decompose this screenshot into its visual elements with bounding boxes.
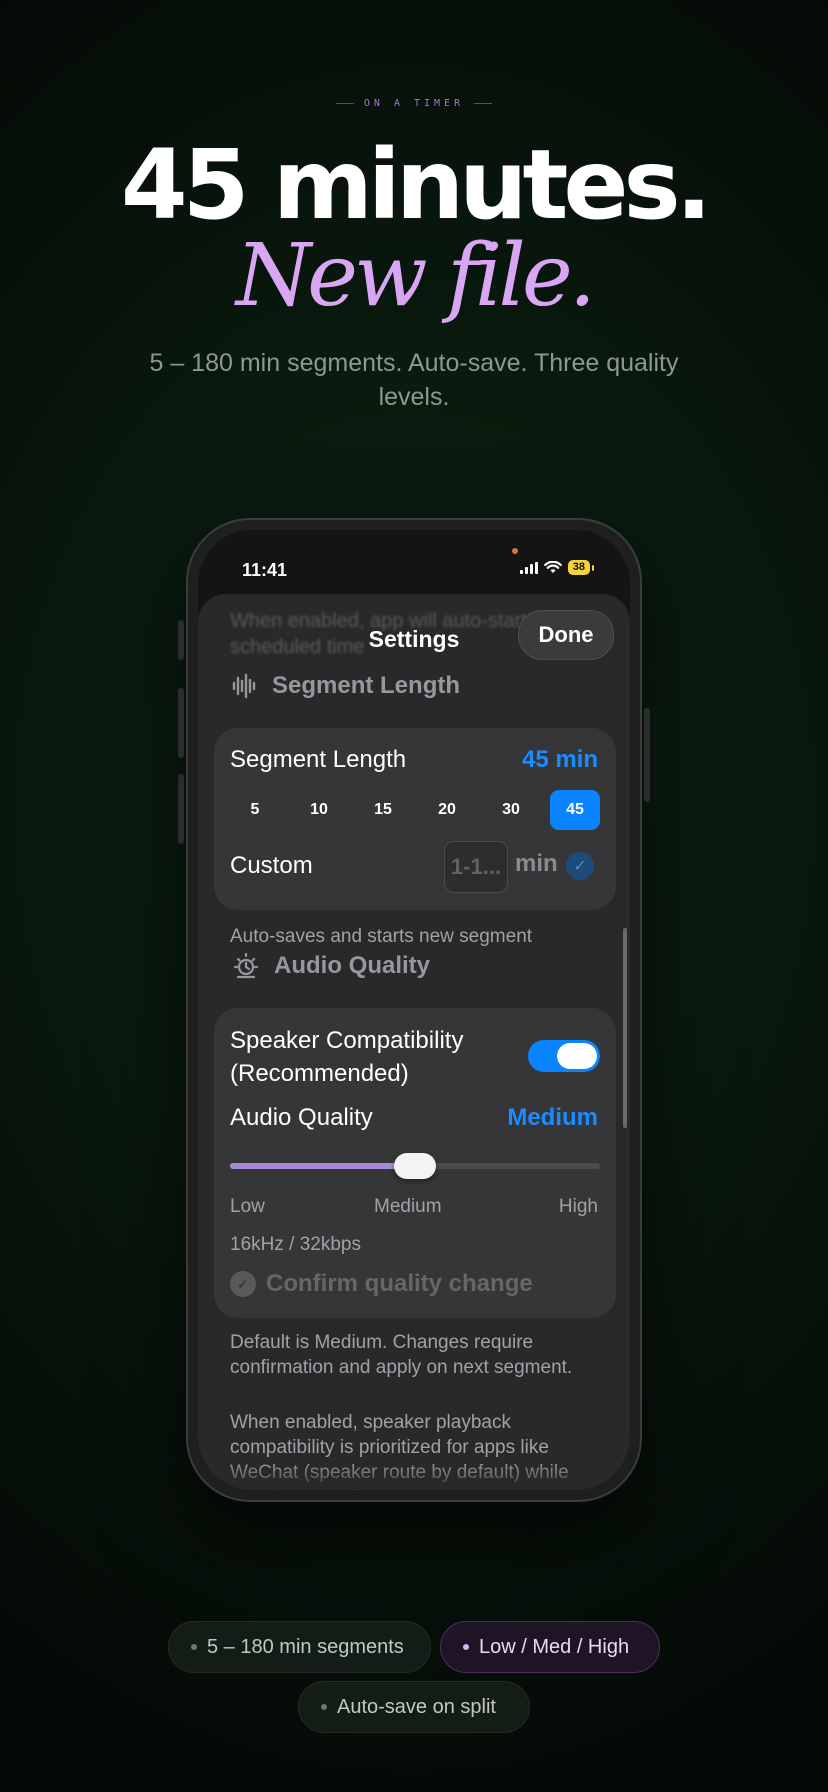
- bottom-fade: [198, 1460, 630, 1490]
- quality-slider-thumb[interactable]: [394, 1153, 436, 1179]
- pill-auto-save[interactable]: Auto-save on split: [298, 1681, 530, 1733]
- cellular-signal-icon: [519, 561, 538, 574]
- status-icons: 38: [519, 560, 594, 575]
- audio-card: Speaker Compatibility (Recommended) Audi…: [214, 1008, 616, 1318]
- pill-label: Low / Med / High: [479, 1635, 630, 1658]
- settings-sheet[interactable]: When enabled, app will auto-start in sch…: [198, 594, 630, 1490]
- custom-unit-label: min: [515, 850, 558, 877]
- quality-slider-fill: [230, 1163, 415, 1169]
- status-time: 11:41: [242, 560, 288, 580]
- custom-confirm-icon[interactable]: ✓: [566, 852, 594, 880]
- audio-section-title: Audio Quality: [274, 952, 430, 979]
- segment-option-20[interactable]: 20: [422, 790, 472, 830]
- audio-quality-value: Medium: [507, 1104, 598, 1131]
- pill-dot: [191, 1644, 197, 1650]
- speaker-compat-toggle[interactable]: [528, 1040, 600, 1072]
- tick-low: Low: [230, 1196, 265, 1217]
- phone-screen: 11:41 38 When enabled, app will auto-sta…: [198, 530, 630, 1490]
- segment-footer: Auto-saves and starts new segment: [230, 926, 533, 947]
- segment-length-value: 45 min: [521, 746, 598, 773]
- wifi-icon: [543, 561, 562, 573]
- segment-option-30[interactable]: 30: [486, 790, 536, 830]
- done-button[interactable]: Done: [518, 610, 614, 660]
- headline: 45 minutes.: [120, 129, 712, 241]
- waveform-icon: [232, 673, 256, 699]
- bitrate-label: 16kHz / 32kbps: [230, 1234, 361, 1255]
- silent-switch: [178, 620, 184, 660]
- toggle-knob: [557, 1043, 597, 1069]
- kicker: ON A TIMER: [0, 98, 828, 109]
- volume-down-button: [178, 774, 184, 844]
- custom-minutes-input[interactable]: 1-1...: [444, 841, 508, 893]
- power-button: [644, 708, 650, 802]
- battery-icon: 38: [567, 560, 590, 575]
- battery-tip: [592, 564, 594, 571]
- confirm-quality-label: Confirm quality change: [266, 1270, 533, 1297]
- pill-quality-levels[interactable]: Low / Med / High: [440, 1621, 660, 1673]
- pill-label: Auto-save on split: [337, 1695, 496, 1718]
- audio-section-header: Audio Quality: [232, 952, 430, 980]
- audio-footer-1: Default is Medium. Changes require confi…: [230, 1332, 573, 1378]
- segment-option-15[interactable]: 15: [358, 790, 408, 830]
- segment-option-5[interactable]: 5: [230, 790, 280, 830]
- scroll-indicator[interactable]: [623, 928, 627, 1128]
- pill-label: 5 – 180 min segments: [207, 1635, 404, 1658]
- tick-medium: Medium: [374, 1196, 442, 1217]
- pill-segments[interactable]: 5 – 180 min segments: [168, 1621, 431, 1673]
- audio-quality-label: Audio Quality: [230, 1104, 373, 1131]
- tick-high: High: [558, 1196, 598, 1217]
- segment-section-header: Segment Length: [232, 672, 460, 700]
- pill-dot: [463, 1644, 469, 1650]
- kicker-line-right: [474, 102, 493, 104]
- segment-option-10[interactable]: 10: [294, 790, 344, 830]
- description: 5 – 180 min segments. Auto-save. Three q…: [149, 349, 679, 411]
- volume-up-button: [178, 688, 184, 758]
- camera-indicator-icon: [512, 548, 518, 554]
- segment-length-label: Segment Length: [230, 746, 407, 773]
- segment-section-title: Segment Length: [272, 672, 461, 699]
- subhead: New file.: [235, 226, 596, 326]
- segment-options: 5 10 15 20 30 45: [230, 790, 600, 830]
- phone-mockup: 11:41 38 When enabled, app will auto-sta…: [178, 520, 650, 1500]
- confirm-check-icon: ✓: [230, 1271, 256, 1297]
- confirm-quality-row[interactable]: ✓ Confirm quality change: [230, 1270, 533, 1298]
- custom-label: Custom: [230, 852, 313, 879]
- segment-card: Segment Length 45 min 5 10 15 20 30 45 C…: [214, 728, 616, 910]
- kicker-text: ON A TIMER: [363, 98, 465, 109]
- audio-quality-icon: [233, 952, 259, 979]
- pill-dot: [321, 1704, 327, 1710]
- speaker-compat-label: Speaker Compatibility (Recommended): [230, 1027, 464, 1087]
- quality-slider[interactable]: [230, 1153, 600, 1179]
- kicker-line-left: [335, 102, 354, 104]
- segment-option-45[interactable]: 45: [550, 790, 600, 830]
